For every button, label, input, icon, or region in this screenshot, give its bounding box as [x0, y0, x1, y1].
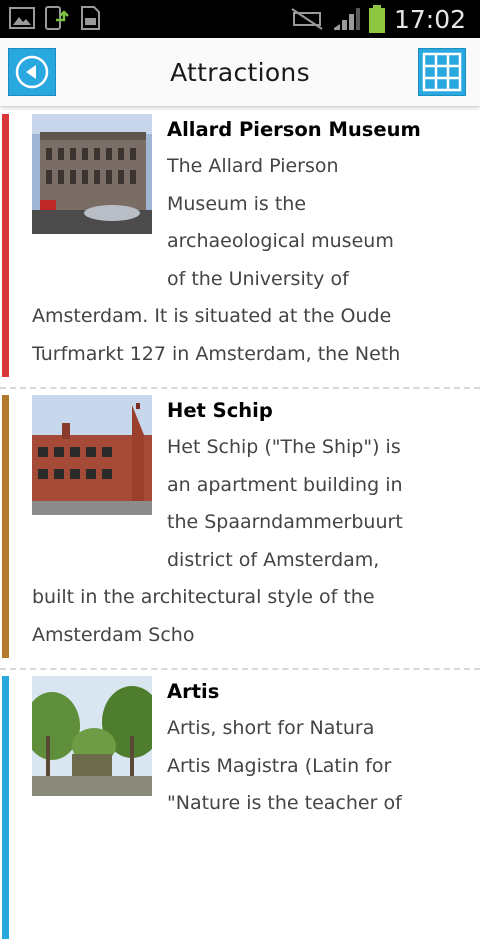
attraction-name: Het Schip [167, 399, 273, 422]
grid-icon [422, 52, 462, 92]
attraction-description: Het Schip ("The Ship") is an apartment b… [32, 429, 412, 654]
attraction-description: The Allard Pierson Museum is the archaeo… [32, 148, 412, 373]
attractions-list: Allard Pierson Museum The Allard Pierson… [0, 108, 480, 949]
signal-icon [333, 8, 360, 30]
grid-view-button[interactable] [418, 48, 466, 96]
list-item[interactable]: Het Schip Het Schip ("The Ship") is an a… [0, 389, 480, 668]
status-bar: 17:02 [0, 0, 480, 38]
download-update-icon [45, 6, 69, 30]
accent-bar [2, 114, 9, 377]
page-title: Attractions [170, 58, 310, 87]
battery-icon [368, 5, 385, 33]
accent-bar [2, 676, 9, 939]
action-bar: Attractions [0, 38, 480, 107]
attraction-name: Artis [167, 680, 220, 703]
description-text: Artis, short for Natura Artis Magistra (… [167, 717, 402, 814]
attraction-name: Allard Pierson Museum [167, 118, 421, 141]
list-item[interactable]: Artis Artis, short for Natura Artis Magi… [0, 670, 480, 949]
mute-icon [291, 8, 323, 30]
clock: 17:02 [393, 4, 466, 34]
gallery-icon [9, 7, 35, 29]
sd-card-icon [81, 6, 100, 30]
attraction-description: Artis, short for Natura Artis Magistra (… [32, 710, 412, 828]
list-item[interactable]: Allard Pierson Museum The Allard Pierson… [0, 108, 480, 387]
accent-bar [2, 395, 9, 658]
